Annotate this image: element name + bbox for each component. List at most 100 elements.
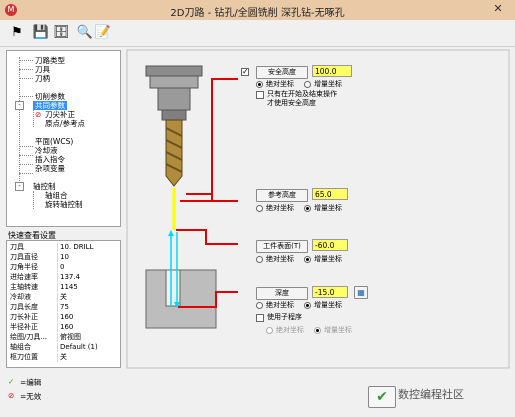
invalid-icon: ⊘	[8, 391, 15, 400]
tree-item-cut-params[interactable]: 切削参数	[35, 92, 65, 101]
tree-item-tool[interactable]: 刀具	[35, 65, 50, 74]
column-divider	[57, 253, 58, 262]
quick-view-value: 160	[60, 313, 74, 321]
quick-view-key: 进给速率	[10, 273, 38, 281]
linking-params-panel: ✓ 安全高度 100.0 绝对坐标 增量坐标 只有在开始及结束操作 才使用安全高…	[126, 48, 510, 370]
tree-line	[19, 146, 33, 147]
watermark: 数控编程社区	[398, 388, 464, 401]
stock-block	[145, 269, 217, 329]
save-as-icon[interactable]: 🗄	[52, 24, 70, 42]
column-divider	[57, 243, 58, 252]
tree-item-tip-comp[interactable]: 刀尖补正	[45, 110, 75, 119]
only-start-checkbox[interactable]	[256, 91, 264, 99]
tree-line	[19, 57, 20, 189]
quick-view-value: 10. DRILL	[60, 243, 94, 251]
depth-inc-radio[interactable]	[304, 302, 311, 309]
quick-view-key: 轴组合	[10, 343, 31, 351]
tree-item-planes[interactable]: 平面(WCS)	[35, 137, 73, 146]
depth-abs-radio[interactable]	[256, 302, 263, 309]
quick-view-key: 刀具直径	[10, 253, 38, 261]
title-bar: M 2D刀路 - 钻孔/全圆铣削 深孔钻-无啄孔 ✕	[0, 0, 515, 21]
subprogram-abs-radio[interactable]	[266, 327, 273, 334]
tree-item-toolpath-type[interactable]: 刀路类型	[35, 56, 65, 65]
top-inc-radio[interactable]	[304, 256, 311, 263]
column-divider	[57, 263, 58, 272]
column-divider	[57, 313, 58, 322]
tree-item-home-point[interactable]: 原点/参考点	[45, 119, 85, 128]
clearance-abs-label: 绝对坐标	[266, 80, 294, 88]
load-icon[interactable]: 🔍	[76, 24, 94, 42]
depth-abs-label: 绝对坐标	[266, 301, 294, 309]
tree-item-coolant[interactable]: 冷却液	[35, 146, 58, 155]
column-divider	[57, 343, 58, 352]
only-start-label: 只有在开始及结束操作	[267, 90, 337, 98]
clearance-inc-radio[interactable]	[304, 81, 311, 88]
close-icon[interactable]: ✕	[489, 2, 507, 16]
quick-view-row: 刀长补正 160	[7, 313, 120, 322]
subprogram-checkbox[interactable]	[256, 314, 264, 322]
retract-value[interactable]: 65.0	[312, 188, 348, 200]
edit-check-icon: ✓	[8, 377, 15, 386]
tree-line	[19, 173, 33, 174]
retract-abs-radio[interactable]	[256, 205, 263, 212]
quick-view-row: 刀具长度 75	[7, 303, 120, 312]
toolbar: ⚑ 💾 🗄 🔍 📝	[0, 20, 515, 47]
subprogram-label: 使用子程序	[267, 313, 302, 321]
retract-button[interactable]: 参考高度	[256, 189, 308, 202]
quick-view-value: 俯视图	[60, 333, 81, 341]
column-divider	[57, 353, 58, 362]
edit-icon[interactable]: 📝	[94, 24, 112, 42]
depth-value[interactable]: -15.0	[312, 286, 348, 298]
tree-item-holder[interactable]: 刀柄	[35, 74, 50, 83]
ok-button[interactable]: ✔	[368, 386, 396, 408]
edit-legend-label: =编辑	[20, 378, 42, 387]
column-divider	[57, 283, 58, 292]
tree-item-misc-values[interactable]: 杂项变量	[35, 164, 65, 173]
tree-item-canned-text[interactable]: 插入指令	[35, 155, 65, 164]
window-title: 2D刀路 - 钻孔/全圆铣削 深孔钻-无啄孔	[170, 8, 345, 19]
subprogram-inc-radio[interactable]	[314, 327, 321, 334]
clearance-value[interactable]: 100.0	[312, 65, 352, 77]
column-divider	[57, 303, 58, 312]
retract-inc-radio[interactable]	[304, 205, 311, 212]
retract-inc-label: 增量坐标	[314, 204, 342, 212]
quick-view-key: 刀具	[10, 243, 24, 251]
tree-item-axis-combination[interactable]: 轴组合	[45, 191, 68, 200]
tree-line	[19, 78, 33, 79]
tool-icon[interactable]: ⚑	[8, 24, 26, 42]
tool-holder	[145, 65, 203, 77]
tree-item-rotary-axis[interactable]: 旋转轴控制	[45, 200, 83, 209]
tree-item-linking-params[interactable]: 共同参数	[33, 101, 67, 110]
quick-view-key: 刀长补正	[10, 313, 38, 321]
tool-holder	[161, 109, 187, 121]
quick-view-value: 160	[60, 323, 74, 331]
quick-view-row: 轴组合 Default (1)	[7, 343, 120, 352]
top-of-stock-value[interactable]: -60.0	[312, 239, 348, 251]
top-of-stock-button[interactable]: 工件表面(T)	[256, 240, 308, 253]
quick-view-row: 主轴转速 1145	[7, 283, 120, 292]
clearance-abs-radio[interactable]	[256, 81, 263, 88]
tool-holder	[157, 87, 191, 111]
invalid-icon: ⊘	[35, 110, 42, 119]
quick-view-value: 137.4	[60, 273, 81, 281]
quick-view-value: 1145	[60, 283, 78, 291]
quick-view-key: 刀具长度	[10, 303, 38, 311]
tree-item-axis-control[interactable]: 轴控制	[33, 182, 56, 191]
tree-line	[19, 69, 33, 70]
quick-view-row: 半径补正 160	[7, 323, 120, 332]
subprogram-abs-label: 绝对坐标	[276, 326, 304, 334]
depth-calculator-icon[interactable]: ▦	[354, 286, 368, 299]
top-inc-label: 增量坐标	[314, 255, 342, 263]
top-abs-radio[interactable]	[256, 256, 263, 263]
clearance-checkbox[interactable]: ✓	[241, 68, 249, 76]
collapse-icon[interactable]: -	[15, 101, 24, 110]
save-icon[interactable]: 💾	[32, 24, 50, 42]
clearance-button[interactable]: 安全高度	[256, 66, 308, 79]
collapse-icon[interactable]: -	[15, 182, 24, 191]
retract-abs-label: 绝对坐标	[266, 204, 294, 212]
depth-button[interactable]: 深度	[256, 287, 308, 300]
quick-view-key: 冷却液	[10, 293, 31, 301]
quick-view-row: 刀具直径 10	[7, 253, 120, 262]
tree-line	[33, 109, 34, 127]
column-divider	[57, 273, 58, 282]
